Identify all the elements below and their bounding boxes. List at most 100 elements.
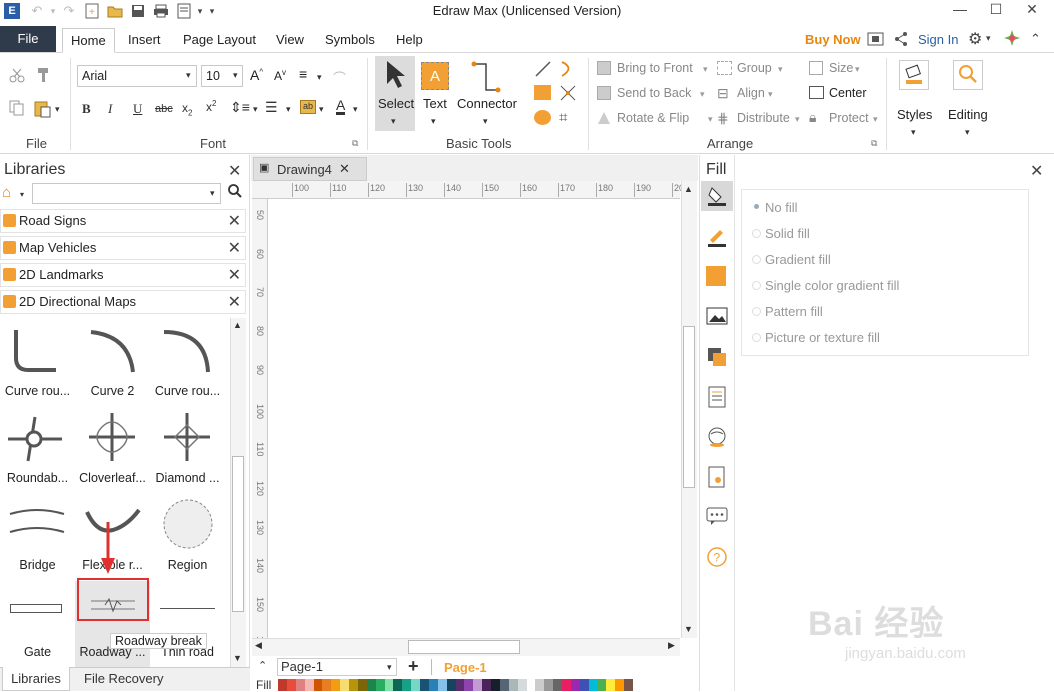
format-painter-icon[interactable]	[36, 67, 52, 86]
close-icon[interactable]: ✕	[228, 292, 241, 312]
scroll-right-icon[interactable]: ▶	[668, 640, 675, 651]
bold-icon[interactable]: B	[82, 101, 91, 117]
add-page-icon[interactable]: +	[408, 657, 419, 675]
close-icon[interactable]: ✕	[339, 161, 350, 177]
shape-cloverleaf[interactable]: Cloverleaf...	[75, 407, 150, 494]
highlight-dropdown-icon[interactable]: ▾	[319, 104, 324, 115]
scrollbar-thumb[interactable]	[683, 326, 695, 488]
text-direction-icon[interactable]: ⌒	[333, 68, 346, 87]
scroll-up-icon[interactable]: ▲	[233, 320, 242, 330]
color-swatch[interactable]	[624, 679, 633, 691]
editing-dropdown-icon[interactable]: ▾	[965, 127, 970, 138]
shape-bridge[interactable]: Bridge	[0, 494, 75, 581]
color-swatch[interactable]	[615, 679, 625, 691]
color-swatch[interactable]	[464, 679, 474, 691]
tab-file-recovery[interactable]: File Recovery	[84, 671, 163, 686]
grow-font-icon[interactable]: A^	[250, 67, 263, 83]
fill-option-solid[interactable]: Solid fill	[765, 226, 810, 241]
fill-bucket-icon[interactable]	[706, 185, 728, 207]
search-icon[interactable]	[227, 183, 243, 202]
color-swatch[interactable]	[455, 679, 465, 691]
color-swatch[interactable]	[482, 679, 491, 691]
page-select[interactable]: Page-1	[277, 658, 397, 676]
library-item-road-signs[interactable]: Road Signs ✕	[0, 209, 246, 233]
color-swatch[interactable]	[357, 679, 367, 691]
shape-curve-2[interactable]: Curve 2	[75, 320, 150, 407]
superscript-icon[interactable]: x2	[206, 99, 216, 114]
fill-option-pattern[interactable]: Pattern fill	[765, 304, 823, 319]
cart-icon[interactable]	[867, 31, 885, 50]
fill-option-picture-texture[interactable]: Picture or texture fill	[765, 330, 880, 345]
fill-option-no-fill[interactable]: No fill	[765, 200, 798, 215]
color-swatches[interactable]	[278, 679, 633, 691]
radio-single-color-gradient[interactable]	[752, 281, 761, 290]
editing-search-icon[interactable]	[953, 60, 983, 90]
line-tool-icon[interactable]	[534, 60, 552, 81]
share-icon[interactable]	[893, 31, 909, 50]
line-spacing-dropdown-icon[interactable]: ▾	[253, 104, 258, 115]
color-swatch[interactable]	[606, 679, 616, 691]
shape-curve-road-2[interactable]: Curve rou...	[150, 320, 225, 407]
strikethrough-icon[interactable]: abc	[155, 103, 173, 115]
color-swatch[interactable]	[508, 679, 518, 691]
send-to-back-button[interactable]: Send to Back	[617, 86, 691, 100]
color-swatch[interactable]	[526, 679, 536, 691]
page-nav-up-icon[interactable]: ⌃	[258, 659, 267, 672]
scroll-left-icon[interactable]: ◀	[255, 640, 262, 651]
globe-icon[interactable]	[706, 426, 728, 448]
protect-button[interactable]: Protect	[829, 111, 869, 125]
tab-home[interactable]: Home	[62, 28, 115, 53]
color-swatch[interactable]	[295, 679, 305, 691]
close-icon[interactable]: ✕	[228, 238, 241, 258]
shape-gate[interactable]: Gate	[0, 581, 75, 668]
color-swatch[interactable]	[304, 679, 314, 691]
color-swatch[interactable]	[579, 679, 589, 691]
scroll-down-icon[interactable]: ▼	[684, 624, 693, 634]
color-swatch[interactable]	[588, 679, 598, 691]
align-button[interactable]: Align	[737, 86, 765, 100]
line-spacing-icon[interactable]: ⇕≡	[230, 99, 250, 116]
library-item-map-vehicles[interactable]: Map Vehicles ✕	[0, 236, 246, 260]
close-icon[interactable]: ✕	[228, 265, 241, 285]
group-button[interactable]: Group	[737, 61, 772, 75]
paste-icon[interactable]	[34, 100, 52, 121]
text-align-icon[interactable]: ≡	[299, 66, 307, 82]
shrink-font-icon[interactable]: Av	[274, 68, 286, 83]
crop-tool-icon[interactable]: ⌗	[559, 109, 567, 126]
color-swatch[interactable]	[446, 679, 456, 691]
color-swatch[interactable]	[384, 679, 394, 691]
library-item-2d-directional-maps[interactable]: 2D Directional Maps ✕	[0, 290, 246, 314]
styles-button[interactable]: Styles	[897, 107, 932, 122]
color-swatch[interactable]	[340, 679, 349, 691]
color-swatch[interactable]	[278, 679, 287, 691]
color-swatch[interactable]	[553, 679, 562, 691]
color-swatch[interactable]	[366, 679, 376, 691]
styles-icon[interactable]	[899, 60, 929, 90]
connector-dropdown-icon[interactable]: ▾	[483, 116, 488, 127]
settings-gear-icon[interactable]: ⚙	[968, 29, 982, 49]
shape-region[interactable]: Region	[150, 494, 225, 581]
size-button[interactable]: Size	[829, 61, 853, 75]
ribbon-collapse-icon[interactable]: ⌃	[1030, 31, 1041, 47]
connector-tool-icon[interactable]	[470, 60, 502, 97]
ellipse-tool-icon[interactable]	[534, 110, 551, 125]
tab-view[interactable]: View	[268, 28, 312, 53]
subscript-icon[interactable]: x2	[182, 101, 192, 117]
shape-thin-road[interactable]: Thin road	[150, 581, 225, 668]
cut-icon[interactable]	[9, 67, 25, 86]
color-swatch[interactable]	[420, 679, 429, 691]
color-swatch[interactable]	[499, 679, 509, 691]
paste-dropdown-icon[interactable]: ▾	[55, 104, 60, 115]
layer-icon[interactable]	[706, 346, 728, 368]
color-swatch[interactable]	[473, 679, 483, 691]
color-swatch[interactable]	[517, 679, 527, 691]
theme-icon[interactable]	[1004, 30, 1020, 49]
shape-curve-road-1[interactable]: Curve rou...	[0, 320, 75, 407]
bullet-dropdown-icon[interactable]: ▾	[286, 104, 291, 115]
minimize-button[interactable]: —	[944, 0, 976, 22]
rotate-flip-button[interactable]: Rotate & Flip	[617, 111, 689, 125]
library-search-input[interactable]	[32, 183, 221, 204]
save-icon[interactable]	[129, 2, 147, 20]
select-dropdown-icon[interactable]: ▾	[391, 116, 396, 127]
styles-dropdown-icon[interactable]: ▾	[911, 127, 916, 138]
